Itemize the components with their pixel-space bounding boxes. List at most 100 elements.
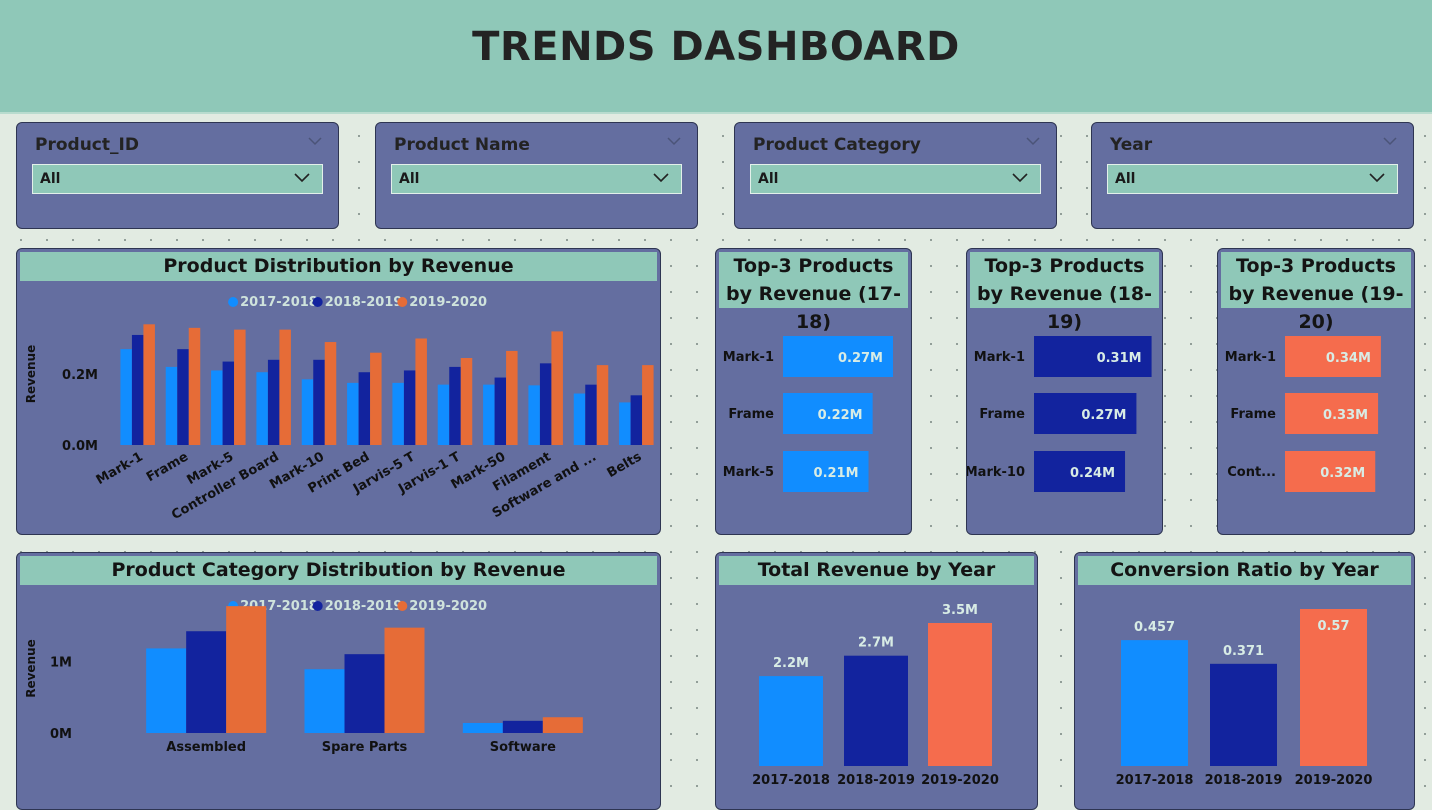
chevron-down-icon [1012, 173, 1028, 183]
slicer-product-id: Product_ID All [16, 122, 339, 229]
dashboard-title: TRENDS DASHBOARD [472, 24, 960, 70]
bar [642, 365, 654, 445]
chevron-down-icon[interactable] [1026, 135, 1040, 149]
chevron-down-icon[interactable] [667, 135, 681, 149]
bar [551, 331, 563, 445]
data-label: 0.33M [1323, 408, 1368, 423]
legend-label: 2019-2020 [409, 295, 487, 310]
category-label: Mark-10 [967, 465, 1025, 480]
x-tick-label: Assembled [166, 740, 246, 755]
chart-title: Product Category Distribution by Revenue [20, 556, 657, 585]
dropdown-value: All [1115, 171, 1136, 187]
bar [619, 402, 631, 445]
x-tick-label: Belts [605, 449, 645, 481]
legend-label: 2019-2020 [409, 599, 487, 614]
bar [844, 655, 908, 766]
chart-title: Conversion Ratio by Year [1078, 556, 1411, 585]
slicer-product-name: Product Name All [375, 122, 698, 229]
category-label: Mark-1 [1225, 350, 1276, 365]
product-distribution-plot: 2017-2018 2018-2019 2019-2020 0.0M 0.2M Reven… [24, 295, 654, 523]
bar [267, 359, 280, 445]
top3-1819-chart: Top-3 Products by Revenue (18-19) Mark-1… [966, 248, 1163, 535]
data-label: 3.5M [942, 603, 978, 618]
total-revenue-plot: 2.2M 2017-2018 2.7M 2018-2019 3.5M 2019-2020 [752, 603, 999, 788]
bar [120, 349, 132, 445]
year-dropdown[interactable]: All [1107, 164, 1398, 194]
category-label: Mark-5 [723, 465, 774, 480]
bar [165, 366, 178, 445]
product-name-dropdown[interactable]: All [391, 164, 682, 194]
legend-marker [397, 297, 408, 307]
data-label: 0.31M [1097, 351, 1142, 366]
y-axis-label: Revenue [24, 639, 38, 698]
bar [494, 377, 507, 445]
x-tick-label: Software [490, 740, 556, 755]
bar [928, 623, 992, 766]
legend-label: 2017-2018 [240, 295, 318, 310]
bar [177, 349, 189, 445]
bar [460, 358, 473, 445]
chevron-down-icon [653, 173, 669, 183]
bar [437, 384, 450, 445]
x-tick-label: 2018-2019 [1205, 773, 1283, 788]
product-distribution-chart: Product Distribution by Revenue 2017-201… [16, 248, 661, 535]
bar [462, 722, 503, 733]
bar [304, 669, 345, 733]
bar [759, 676, 823, 766]
chart-title: Total Revenue by Year [719, 556, 1034, 585]
top3-1718-plot: Mark-1 0.27M Frame 0.22M Mark-5 0.21M [723, 336, 893, 492]
bar [573, 393, 586, 445]
data-label: 0.457 [1134, 620, 1175, 635]
category-label: Frame [1230, 407, 1276, 422]
chevron-down-icon[interactable] [308, 135, 322, 149]
legend-marker [397, 601, 408, 611]
bar [370, 352, 382, 445]
category-label: Mark-1 [974, 350, 1025, 365]
legend-marker [312, 601, 323, 611]
y-tick-label: 0.0M [62, 439, 98, 454]
bar [502, 720, 543, 733]
chart-title: Product Distribution by Revenue [20, 252, 657, 281]
data-label: 2.7M [858, 636, 894, 651]
x-tick-label: 2019-2020 [921, 773, 999, 788]
category-label: Cont... [1227, 465, 1276, 480]
slicer-title: Product Name [394, 135, 530, 155]
bar [1210, 663, 1277, 766]
y-tick-label: 1M [50, 655, 72, 670]
bar [143, 324, 155, 445]
dashboard-header: TRENDS DASHBOARD [0, 0, 1432, 114]
category-label: Frame [979, 407, 1025, 422]
bar [131, 334, 144, 445]
x-tick-label: Frame [144, 449, 191, 485]
dropdown-value: All [758, 171, 779, 187]
top3-1920-chart: Top-3 Products by Revenue (19-20) Mark-1… [1217, 248, 1415, 535]
conversion-ratio-chart: Conversion Ratio by Year 0.457 2017-2018 0… [1074, 552, 1415, 810]
bar [539, 363, 552, 445]
bar [222, 361, 235, 445]
bar [313, 359, 325, 445]
product-id-dropdown[interactable]: All [32, 164, 323, 194]
product-category-dropdown[interactable]: All [750, 164, 1041, 194]
bar [188, 327, 201, 445]
bar [358, 372, 371, 445]
bar [449, 366, 461, 445]
bar [347, 382, 359, 445]
bar [483, 384, 495, 445]
bar [301, 379, 314, 445]
bar [344, 654, 385, 733]
data-label: 0.21M [814, 466, 859, 481]
chart-title: Top-3 Products by Revenue (18-19) [970, 252, 1159, 333]
legend-label: 2018-2019 [325, 599, 403, 614]
total-revenue-chart: Total Revenue by Year 2.2M 2017-2018 2.7M 2… [715, 552, 1038, 810]
top3-1920-plot: Mark-1 0.34M Frame 0.33M Cont... 0.32M [1225, 336, 1381, 492]
chevron-down-icon [294, 173, 310, 183]
data-label: 0.27M [838, 351, 883, 366]
category-distribution-plot: 2017-2018 2018-2019 2019-20200M1MRevenueAs… [24, 599, 583, 755]
data-label: 2.2M [773, 656, 809, 671]
chevron-down-icon[interactable] [1383, 135, 1397, 149]
bar [211, 370, 223, 445]
data-label: 0.32M [1320, 466, 1365, 481]
bar [384, 627, 425, 733]
bar [146, 648, 187, 733]
bar [1121, 640, 1188, 766]
